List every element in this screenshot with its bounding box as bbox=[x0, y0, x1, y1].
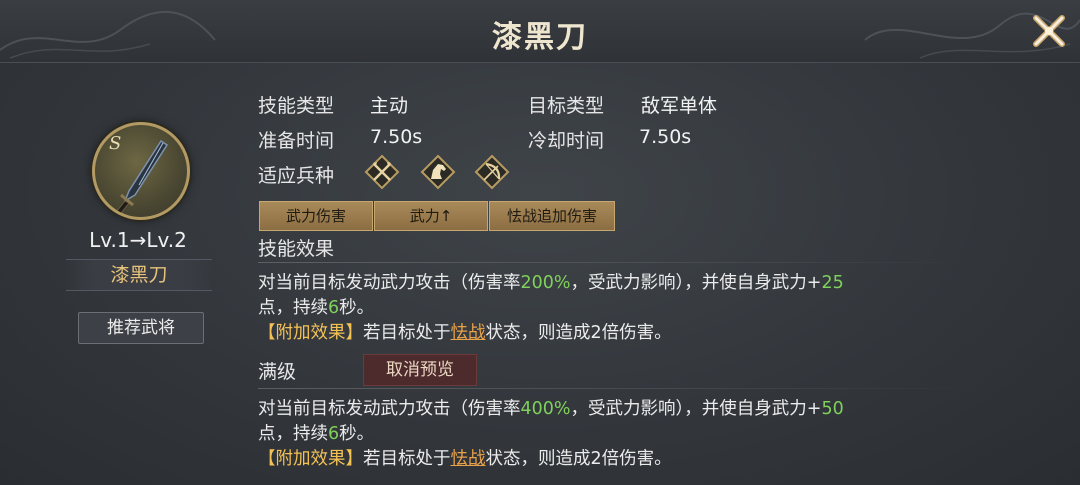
effect-text: 若目标处于 bbox=[363, 449, 451, 469]
prep-time-value: 7.50s bbox=[370, 126, 423, 148]
effect-text: 若目标处于 bbox=[363, 323, 451, 343]
effect-text: 秒。 bbox=[339, 298, 375, 318]
divider bbox=[258, 388, 978, 389]
max-level-text: 对当前目标发动武力攻击（伤害率400%，受武力影响），并使自身武力+50 点，持… bbox=[258, 397, 998, 472]
damage-rate: 200% bbox=[520, 273, 571, 293]
skill-effect-heading: 技能效果 bbox=[258, 238, 335, 260]
effect-text: 点，持续 bbox=[258, 424, 328, 444]
tag-force-up: 武力↑ bbox=[374, 201, 488, 231]
cooldown-value: 7.50s bbox=[639, 126, 692, 148]
page-title: 漆黑刀 bbox=[492, 20, 588, 55]
effect-text: 对当前目标发动武力攻击（伤害率 bbox=[258, 399, 521, 419]
troop-types-label: 适应兵种 bbox=[258, 165, 335, 187]
timid-status-link[interactable]: 怯战 bbox=[451, 449, 486, 469]
damage-rate: 400% bbox=[520, 399, 571, 419]
divider bbox=[258, 262, 978, 263]
effect-text: ，受武力影响），并使自身武力+ bbox=[570, 273, 822, 293]
close-button[interactable] bbox=[1030, 12, 1068, 50]
max-level-heading: 满级 bbox=[258, 361, 297, 383]
force-bonus: 50 bbox=[821, 399, 844, 419]
cooldown-label: 冷却时间 bbox=[528, 130, 605, 152]
duration: 6 bbox=[328, 424, 340, 444]
effect-text: 对当前目标发动武力攻击（伤害率 bbox=[258, 273, 521, 293]
tag-force-damage: 武力伤害 bbox=[259, 201, 373, 231]
recommend-generals-button[interactable]: 推荐武将 bbox=[78, 312, 204, 344]
skill-icon-badge: S bbox=[92, 122, 190, 220]
cancel-preview-button[interactable]: 取消预览 bbox=[363, 354, 477, 386]
effect-text: 秒。 bbox=[339, 424, 375, 444]
skill-type-value: 主动 bbox=[370, 95, 409, 117]
skill-type-label: 技能类型 bbox=[258, 95, 335, 117]
bow-icon bbox=[474, 154, 510, 190]
target-type-label: 目标类型 bbox=[528, 95, 605, 117]
skill-effect-text: 对当前目标发动武力攻击（伤害率200%，受武力影响），并使自身武力+25 点，持… bbox=[258, 271, 998, 346]
prep-time-label: 准备时间 bbox=[258, 130, 335, 152]
duration: 6 bbox=[328, 298, 340, 318]
extra-effect-tag: 【附加效果】 bbox=[258, 449, 363, 469]
effect-text: 状态，则造成2倍伤害。 bbox=[485, 323, 672, 343]
extra-effect-tag: 【附加效果】 bbox=[258, 323, 363, 343]
tag-timid-extra-damage: 怯战追加伤害 bbox=[489, 201, 615, 231]
horse-icon bbox=[420, 154, 456, 190]
effect-text: ，受武力影响），并使自身武力+ bbox=[570, 399, 822, 419]
skill-name-banner: 漆黑刀 bbox=[66, 259, 212, 291]
effect-text: 状态，则造成2倍伤害。 bbox=[485, 449, 672, 469]
crossed-halberds-icon bbox=[364, 154, 400, 190]
effect-text: 点，持续 bbox=[258, 298, 328, 318]
title-bar: 漆黑刀 bbox=[0, 0, 1080, 63]
timid-status-link[interactable]: 怯战 bbox=[451, 323, 486, 343]
close-icon bbox=[1033, 15, 1065, 47]
level-progress: Lv.1→Lv.2 bbox=[89, 228, 187, 252]
target-type-value: 敌军单体 bbox=[641, 95, 718, 117]
dark-blade-icon bbox=[116, 139, 169, 214]
force-bonus: 25 bbox=[821, 273, 844, 293]
